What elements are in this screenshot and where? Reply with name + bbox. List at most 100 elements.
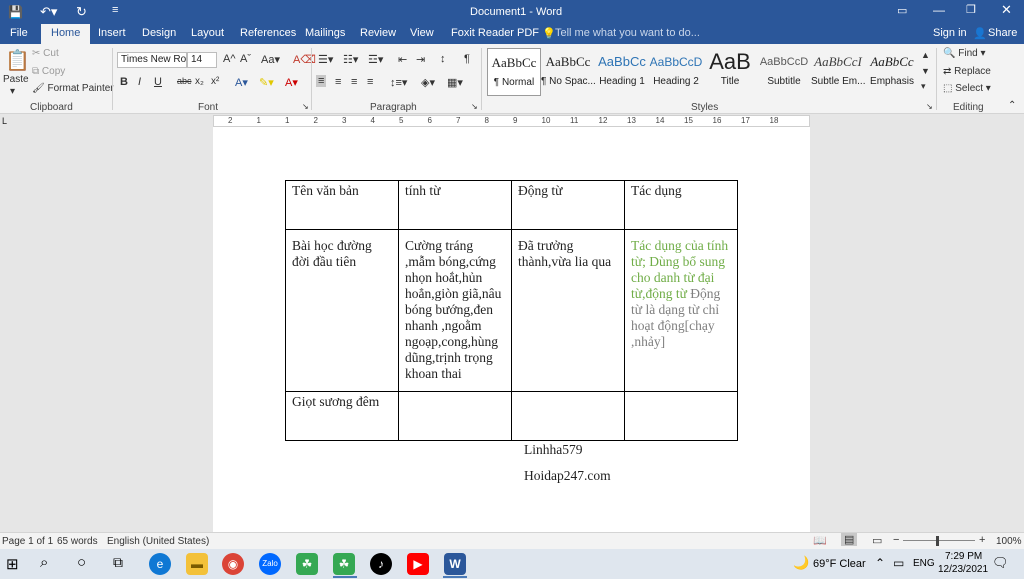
font-dialog-launcher-icon[interactable]: ↘ <box>302 102 309 111</box>
chrome-icon[interactable]: ◉ <box>222 553 244 575</box>
clear-formatting-icon[interactable]: A⌫ <box>293 53 316 66</box>
chevron-up-icon[interactable]: ⌃ <box>875 556 885 570</box>
styles-scroll-down-icon[interactable]: ▼ <box>921 66 930 76</box>
styles-dialog-launcher-icon[interactable]: ↘ <box>926 102 933 111</box>
align-left-icon[interactable]: ≡ <box>316 75 327 87</box>
language-status[interactable]: English (United States) <box>107 536 209 547</box>
zoom-slider[interactable] <box>903 540 975 541</box>
tiktok-icon[interactable]: ♪ <box>370 553 392 575</box>
table-cell[interactable]: Tác dụng <box>624 180 738 230</box>
search-icon[interactable]: ⌕ <box>40 554 48 571</box>
align-center-icon[interactable]: ≡ <box>335 76 341 88</box>
redo-icon[interactable]: ↻ <box>76 4 87 20</box>
replace-button[interactable]: ⇄ Replace <box>943 66 991 77</box>
table-cell[interactable]: Giọt sương đêm <box>285 391 399 441</box>
cut-button[interactable]: ✂ Cut <box>32 48 59 59</box>
select-button[interactable]: ⬚ Select ▾ <box>943 83 991 94</box>
document-table[interactable]: Tên văn bản tính từ Động từ Tác dụng Bài… <box>285 180 738 441</box>
format-painter-button[interactable]: 🖌 Format Painter <box>32 83 114 94</box>
restore-icon[interactable]: ❐ <box>966 3 976 16</box>
minimize-icon[interactable]: — <box>933 3 945 17</box>
grow-font-icon[interactable]: A^ <box>223 53 236 65</box>
horizontal-ruler[interactable]: 2 1 1 2 3 4 5 6 7 8 9 10 11 12 13 14 15 16 17 18 <box>213 115 810 127</box>
table-cell[interactable]: Tác dụng của tính từ; Dùng bổ sung cho d… <box>624 229 738 392</box>
edge-icon[interactable]: e <box>149 553 171 575</box>
multilevel-list-icon[interactable]: ☲▾ <box>368 53 383 66</box>
paragraph-dialog-launcher-icon[interactable]: ↘ <box>471 102 478 111</box>
file-explorer-icon[interactable]: ▬ <box>186 553 208 575</box>
style-heading-2[interactable]: AaBbCcD Heading 2 <box>649 48 703 96</box>
style-subtle-emphasis[interactable]: AaBbCcI Subtle Em... <box>811 48 865 96</box>
font-size-box[interactable]: 14 <box>187 52 217 68</box>
print-layout-icon[interactable]: ▤ <box>841 533 858 546</box>
save-icon[interactable]: 💾 <box>8 5 23 19</box>
ribbon-display-icon[interactable]: ▭ <box>897 4 907 17</box>
table-cell[interactable]: Động từ <box>511 180 625 230</box>
sign-in-link[interactable]: Sign in <box>933 27 967 39</box>
bold-button[interactable]: B <box>120 76 128 88</box>
font-color-icon[interactable]: A▾ <box>285 76 298 89</box>
clock-time[interactable]: 7:29 PM <box>945 551 982 562</box>
line-spacing-icon[interactable]: ↕≡▾ <box>390 76 407 89</box>
text-effects-icon[interactable]: A▾ <box>235 76 248 89</box>
italic-button[interactable]: I <box>138 76 141 88</box>
tab-file[interactable]: File <box>10 27 28 39</box>
table-cell[interactable] <box>511 391 625 441</box>
tab-selector-icon[interactable]: L <box>2 116 7 126</box>
zoom-level[interactable]: 100% <box>996 536 1022 547</box>
style-normal[interactable]: AaBbCc ¶ Normal <box>487 48 541 96</box>
change-case-icon[interactable]: Aa▾ <box>261 53 280 66</box>
styles-scroll-up-icon[interactable]: ▲ <box>921 50 930 60</box>
tab-design[interactable]: Design <box>142 27 176 39</box>
zoom-in-icon[interactable]: + <box>979 534 985 546</box>
justify-icon[interactable]: ≡ <box>367 76 373 88</box>
web-layout-icon[interactable]: ▭ <box>872 534 882 547</box>
tab-view[interactable]: View <box>410 27 434 39</box>
subscript-button[interactable]: x₂ <box>195 76 204 87</box>
coccoc-icon[interactable]: ☘ <box>333 553 355 575</box>
windows-start-icon[interactable]: ⊞ <box>6 555 19 573</box>
battery-icon[interactable]: ▭ <box>893 556 904 570</box>
tab-references[interactable]: References <box>240 27 296 39</box>
style-title[interactable]: AaB Title <box>703 48 757 96</box>
tell-me-box[interactable]: Tell me what you want to do... <box>555 27 700 39</box>
paste-icon[interactable]: 📋 <box>5 48 30 73</box>
weather-text[interactable]: 69°F Clear <box>813 558 866 570</box>
word-icon[interactable]: W <box>444 553 466 575</box>
zalo-icon[interactable]: Zalo <box>259 553 281 575</box>
shrink-font-icon[interactable]: Aˇ <box>240 53 251 65</box>
style-heading-1[interactable]: AaBbCc Heading 1 <box>595 48 649 96</box>
show-marks-icon[interactable]: ¶ <box>464 53 470 65</box>
task-view-icon[interactable]: ⧉ <box>113 554 123 571</box>
clock-date[interactable]: 12/23/2021 <box>938 564 988 575</box>
increase-indent-icon[interactable]: ⇥ <box>416 53 425 66</box>
underline-button[interactable]: U <box>154 76 162 88</box>
superscript-button[interactable]: x² <box>211 76 219 87</box>
style-subtitle[interactable]: AaBbCcD Subtitle <box>757 48 811 96</box>
table-cell[interactable]: Tên văn bản <box>285 180 399 230</box>
input-language[interactable]: ENG <box>913 558 935 569</box>
coccoc-icon[interactable]: ☘ <box>296 553 318 575</box>
bullets-icon[interactable]: ☰▾ <box>318 53 333 66</box>
table-cell[interactable] <box>398 391 512 441</box>
table-cell[interactable]: Bài học đường đời đầu tiên <box>285 229 399 392</box>
tab-layout[interactable]: Layout <box>191 27 224 39</box>
cortana-icon[interactable]: ○ <box>77 554 86 571</box>
word-count[interactable]: 65 words <box>57 536 98 547</box>
numbering-icon[interactable]: ☷▾ <box>343 53 358 66</box>
tab-mailings[interactable]: Mailings <box>305 27 345 39</box>
styles-more-icon[interactable]: ▾ <box>921 81 926 92</box>
decrease-indent-icon[interactable]: ⇤ <box>398 53 407 66</box>
share-button[interactable]: Share <box>988 27 1017 39</box>
style-no-spacing[interactable]: AaBbCc ¶ No Spac... <box>541 48 595 96</box>
table-cell[interactable] <box>624 391 738 441</box>
sort-icon[interactable]: ↕ <box>440 53 446 65</box>
tab-review[interactable]: Review <box>360 27 396 39</box>
style-emphasis[interactable]: AaBbCc Emphasis <box>865 48 919 96</box>
borders-icon[interactable]: ▦▾ <box>447 76 463 89</box>
copy-button[interactable]: ⧉ Copy <box>32 66 65 77</box>
tab-foxit[interactable]: Foxit Reader PDF <box>451 27 539 39</box>
customize-qat-icon[interactable]: ≡ <box>112 4 118 16</box>
highlight-icon[interactable]: ✎▾ <box>259 76 274 89</box>
close-icon[interactable]: ✕ <box>1001 2 1012 18</box>
